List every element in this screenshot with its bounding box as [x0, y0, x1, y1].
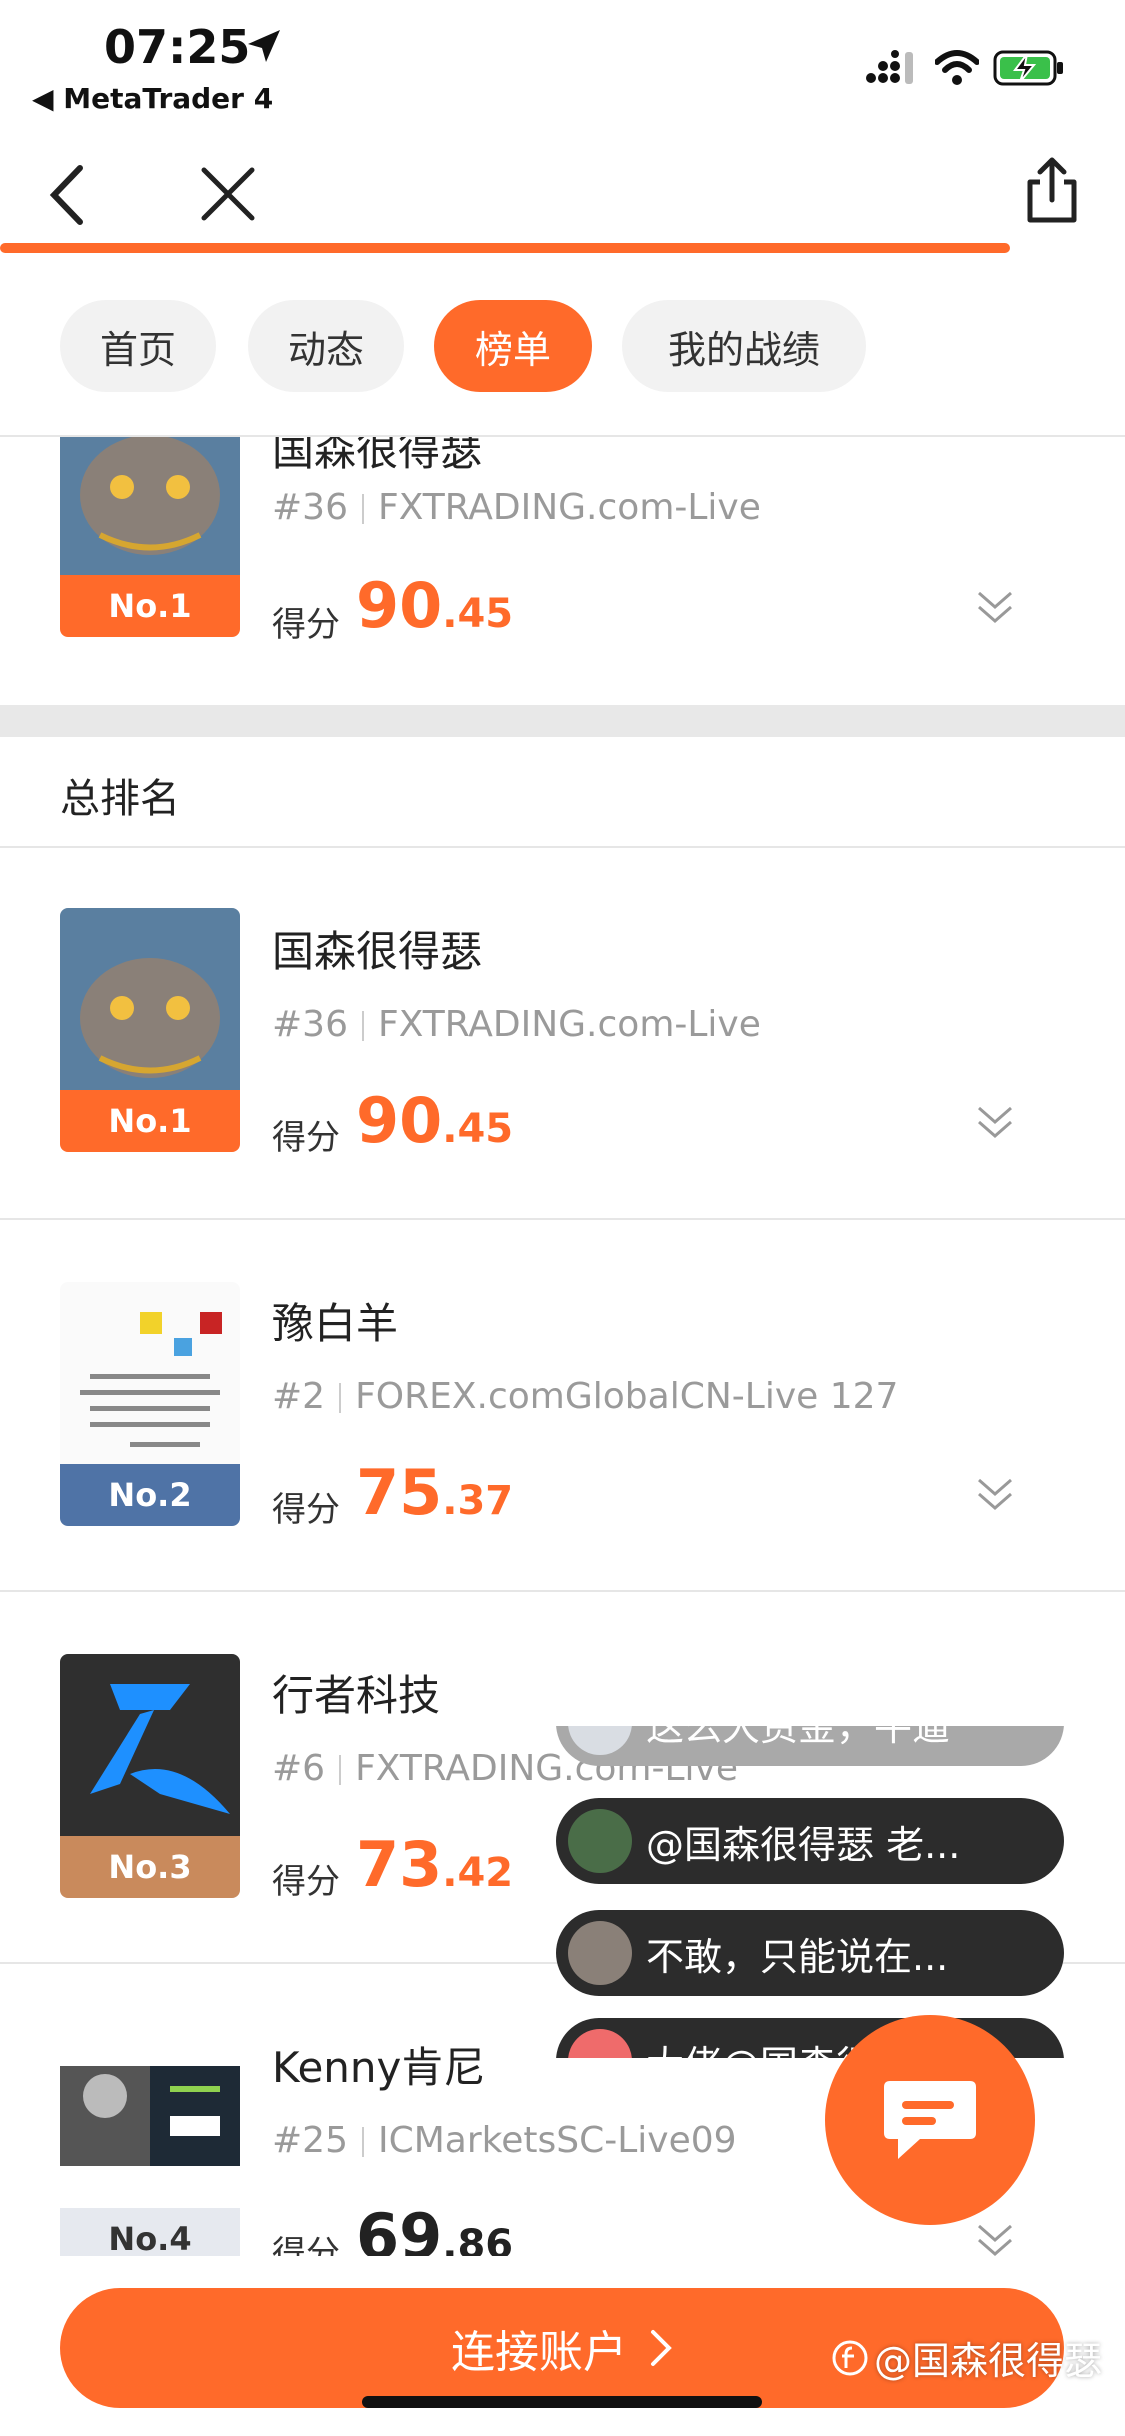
comment-text: @国森很得瑟 老...: [646, 1822, 961, 1867]
cat-avatar-image: [60, 908, 240, 1090]
weibo-logo-icon: [832, 2340, 868, 2375]
score-label: 得分: [272, 1862, 340, 1902]
close-icon[interactable]: [196, 162, 260, 226]
poster-avatar-image: [60, 1282, 240, 1464]
back-to-app-link[interactable]: ◀ MetaTrader 4: [32, 82, 273, 115]
watermark: @国森很得瑟: [832, 2330, 1102, 2385]
rank-number: #25: [272, 2120, 348, 2161]
commenter-avatar: [568, 1726, 632, 1755]
comment-text: 这么大资金，牛逼: [646, 1726, 951, 1749]
tab-my-record[interactable]: 我的战绩: [622, 300, 866, 392]
score-value: 73.42: [356, 1828, 514, 1901]
comment-bubble[interactable]: @国森很得瑟 老...: [556, 1798, 1064, 1884]
battery-charging-icon: [993, 50, 1063, 86]
avatar: No.1: [60, 908, 240, 1152]
expand-chevron-icon[interactable]: [975, 2220, 1015, 2256]
server-name: FXTRADING.com-Live: [377, 1004, 761, 1045]
cellular-signal-icon: [866, 50, 913, 84]
avatar: No.2: [60, 1282, 240, 1526]
commenter-avatar: [568, 1921, 632, 1985]
rank-badge: No.1: [60, 1090, 240, 1152]
score-value: 90.45: [356, 569, 514, 642]
wifi-icon: [935, 50, 979, 85]
trader-meta: #2 FOREX.comGlobalCN-Live 127: [272, 1376, 898, 1417]
comment-bubble[interactable]: 不敢，只能说在...: [556, 1910, 1064, 1996]
rank-badge: No.4: [60, 2208, 240, 2256]
trader-name: 豫白羊: [272, 1299, 399, 1348]
page-load-progress: [0, 243, 1010, 253]
comment-text: 不敢，只能说在...: [646, 1934, 949, 1979]
trader-name: 国森很得瑟: [272, 437, 483, 475]
rank-number: #2: [272, 1376, 326, 1417]
section-title: 总排名: [60, 776, 180, 822]
server-name: ICMarketsSC-Live09: [377, 2120, 737, 2161]
comment-bubble[interactable]: 这么大资金，牛逼: [556, 1726, 1064, 1766]
score-label: 得分: [272, 1490, 340, 1530]
share-icon[interactable]: [1022, 156, 1082, 226]
watermark-text: @国森很得瑟: [874, 2339, 1103, 2383]
server-name: FOREX.comGlobalCN-Live 127: [355, 1376, 899, 1417]
trader-name: Kenny肯尼: [272, 2043, 486, 2092]
expand-chevron-icon[interactable]: [975, 587, 1015, 627]
comment-clip: 这么大资金，牛逼: [556, 1726, 1064, 1766]
avatar: No.1: [60, 437, 240, 637]
leaderboard-row[interactable]: No.2 豫白羊 #2 FOREX.comGlobalCN-Live 127 得分…: [0, 1220, 1125, 1590]
trader-name: 行者科技: [272, 1671, 441, 1720]
back-chevron-icon[interactable]: [44, 160, 88, 230]
score-label: 得分: [272, 1118, 340, 1158]
score-label: 得分: [272, 2234, 340, 2256]
chat-icon: [884, 2081, 976, 2159]
score-value: 75.37: [356, 1456, 514, 1529]
leaderboard-row[interactable]: No.3 行者科技 #6 FXTRADING.com-Live 得分 73.42: [0, 1592, 1125, 1962]
expand-chevron-icon[interactable]: [975, 1474, 1015, 1514]
score-value: 90.45: [356, 1084, 514, 1157]
score-label: 得分: [272, 605, 340, 645]
trader-name: 国森很得瑟: [272, 927, 483, 976]
status-time: 07:25: [104, 20, 251, 74]
leaderboard-row[interactable]: No.1 国森很得瑟 #36 FXTRADING.com-Live 得分 90.4…: [0, 848, 1125, 1218]
commenter-avatar: [568, 2029, 632, 2058]
trader-meta: #36 FXTRADING.com-Live: [272, 1004, 761, 1045]
rank-badge: No.1: [60, 575, 240, 637]
rank-badge: No.3: [60, 1836, 240, 1898]
tab-activity[interactable]: 动态: [248, 300, 404, 392]
tab-home[interactable]: 首页: [60, 300, 216, 392]
avatar: No.4: [60, 2026, 240, 2256]
server-name: FXTRADING.com-Live: [377, 487, 761, 528]
rank-number: #6: [272, 1748, 326, 1789]
chat-fab-button[interactable]: [825, 2015, 1035, 2225]
location-arrow-icon: [248, 30, 280, 62]
leaderboard-row-top[interactable]: 国森很得瑟 No.1 #36 FXTRADING.com-Live 得分 90.4…: [0, 437, 1125, 705]
nav-bar: [0, 140, 1125, 257]
tab-bar: 首页 动态 榜单 我的战绩: [0, 255, 1125, 435]
cat-avatar-image: [60, 437, 240, 575]
status-icons: [865, 48, 1065, 88]
expand-chevron-icon[interactable]: [975, 1102, 1015, 1142]
trader-meta: #25 ICMarketsSC-Live09: [272, 2120, 737, 2161]
rank-number: #36: [272, 1004, 348, 1045]
logo-avatar-image: [60, 1654, 240, 1836]
score-value: 69.86: [356, 2200, 514, 2256]
rank-badge: No.2: [60, 1464, 240, 1526]
home-indicator[interactable]: [362, 2396, 762, 2408]
photo-avatar-image: [60, 2026, 240, 2208]
commenter-avatar: [568, 1809, 632, 1873]
connect-account-label: 连接账户: [451, 2327, 627, 2378]
avatar: No.3: [60, 1654, 240, 1898]
chevron-right-icon: [651, 2330, 672, 2366]
rank-number: #36: [272, 487, 348, 528]
tab-leaderboard[interactable]: 榜单: [434, 300, 592, 392]
trader-meta: #36 FXTRADING.com-Live: [272, 487, 761, 528]
section-gap: [0, 705, 1125, 737]
